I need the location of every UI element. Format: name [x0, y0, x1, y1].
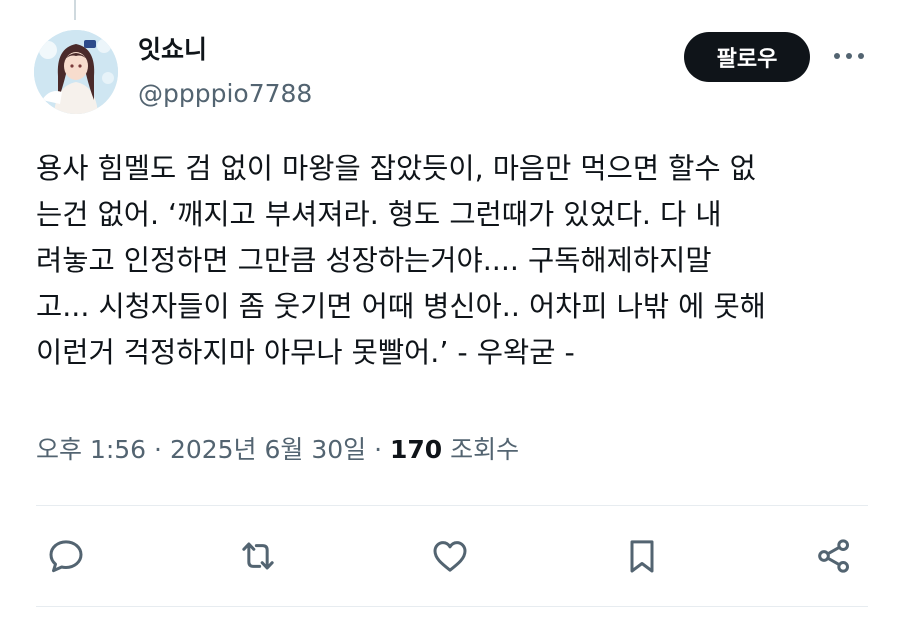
- divider: [36, 606, 868, 607]
- tweet-text-line: 용사 힘멜도 검 없이 마왕을 잡았듯이, 마음만 먹으면 할수 없: [36, 152, 756, 185]
- divider: [36, 505, 868, 506]
- display-name[interactable]: 잇쇼니: [138, 33, 207, 67]
- share-icon: [818, 539, 849, 573]
- bookmark-icon: [630, 540, 654, 573]
- more-options-button[interactable]: [832, 44, 866, 68]
- tweet-time[interactable]: 오후 1:56: [36, 435, 146, 464]
- meta-separator: ·: [366, 435, 391, 464]
- like-button[interactable]: [428, 534, 472, 578]
- tweet-text: 용사 힘멜도 검 없이 마왕을 잡았듯이, 마음만 먹으면 할수 없 는건 없어…: [36, 146, 876, 376]
- views-label: 조회수: [442, 435, 520, 464]
- tweet-text-line: 는건 없어. ‘깨지고 부셔져라. 형도 그런때가 있었다. 다 내: [36, 198, 722, 231]
- meta-separator: ·: [146, 435, 170, 464]
- retweet-icon: [242, 542, 274, 570]
- more-dots-icon: [834, 53, 864, 59]
- reply-icon: [49, 540, 83, 573]
- tweet-text-line: 이런거 걱정하지마 아무나 못빨어.’ - 우왁굳 -: [36, 336, 575, 369]
- tweet-text-line: 고... 시청자들이 좀 웃기면 어때 병신아.. 어차피 나밖 에 못해: [36, 290, 766, 323]
- bookmark-button[interactable]: [620, 534, 664, 578]
- reply-button[interactable]: [44, 534, 88, 578]
- tweet-date[interactable]: 2025년 6월 30일: [170, 435, 366, 464]
- tweet-text-line: 려놓고 인정하면 그만큼 성장하는거야.... 구독해제하지말: [36, 244, 712, 277]
- heart-icon: [433, 541, 467, 572]
- user-handle[interactable]: @ppppio7788: [138, 77, 312, 111]
- follow-button[interactable]: 팔로우: [684, 32, 810, 82]
- share-button[interactable]: [812, 534, 856, 578]
- tweet-meta: 오후 1:56 · 2025년 6월 30일 · 170 조회수: [36, 430, 519, 470]
- views-count: 170: [390, 435, 443, 464]
- retweet-button[interactable]: [236, 534, 280, 578]
- avatar-image: [34, 30, 118, 114]
- thread-connector-line: [74, 0, 76, 20]
- avatar[interactable]: [34, 30, 118, 114]
